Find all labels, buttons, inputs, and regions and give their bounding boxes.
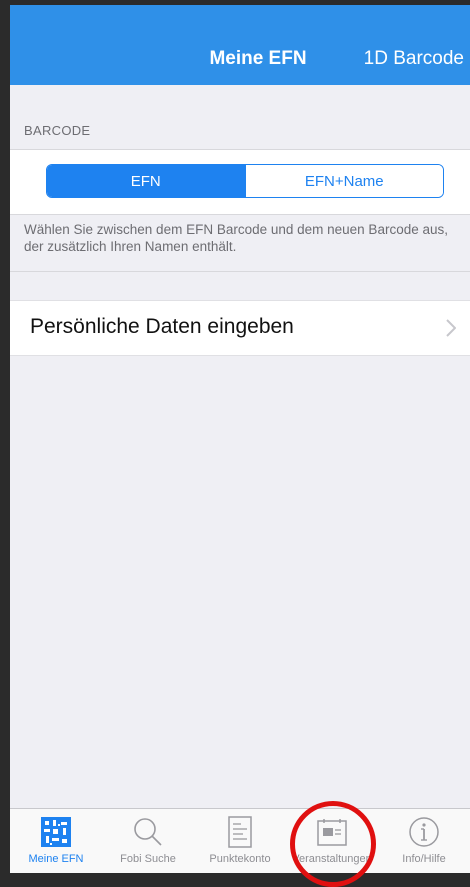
- segment-efn[interactable]: EFN: [47, 165, 245, 197]
- tab-bar: Meine EFN Fobi Suche Punktekonto Veranst…: [10, 808, 470, 873]
- 1d-barcode-button[interactable]: 1D Barcode: [364, 48, 464, 70]
- barcode-selector-cell: EFN EFN+Name: [10, 149, 470, 215]
- info-icon: [409, 817, 439, 847]
- tab-fobi-suche[interactable]: Fobi Suche: [102, 809, 194, 873]
- barcode-section-header: BARCODE: [24, 123, 91, 138]
- highlight-annotation-circle: [290, 801, 376, 887]
- personal-data-row[interactable]: Persönliche Daten eingeben: [10, 300, 470, 356]
- barcode-section-footer: Wählen Sie zwischen dem EFN Barcode und …: [24, 222, 448, 254]
- personal-data-label: Persönliche Daten eingeben: [30, 315, 294, 338]
- tab-info-hilfe[interactable]: Info/Hilfe: [378, 809, 470, 873]
- tab-label-meine-efn: Meine EFN: [28, 853, 84, 865]
- tab-label-fobi-suche: Fobi Suche: [120, 853, 176, 865]
- tab-label-punktekonto: Punktekonto: [209, 853, 271, 865]
- tab-punktekonto[interactable]: Punktekonto: [194, 809, 286, 873]
- page-title: Meine EFN: [209, 48, 307, 69]
- search-icon: [134, 818, 162, 846]
- navigation-bar: Meine EFN 1D Barcode: [10, 5, 470, 85]
- chevron-right-icon: [446, 319, 456, 337]
- segment-efn-name[interactable]: EFN+Name: [244, 165, 443, 197]
- barcode-segmented-control[interactable]: EFN EFN+Name: [46, 164, 444, 198]
- document-icon: [228, 816, 252, 848]
- barcode-icon: [41, 817, 71, 847]
- tab-label-info-hilfe: Info/Hilfe: [402, 853, 446, 865]
- section-divider: [10, 271, 470, 272]
- phone-screen: Meine EFN 1D Barcode BARCODE EFN EFN+Nam…: [10, 5, 470, 873]
- tab-meine-efn[interactable]: Meine EFN: [10, 809, 102, 873]
